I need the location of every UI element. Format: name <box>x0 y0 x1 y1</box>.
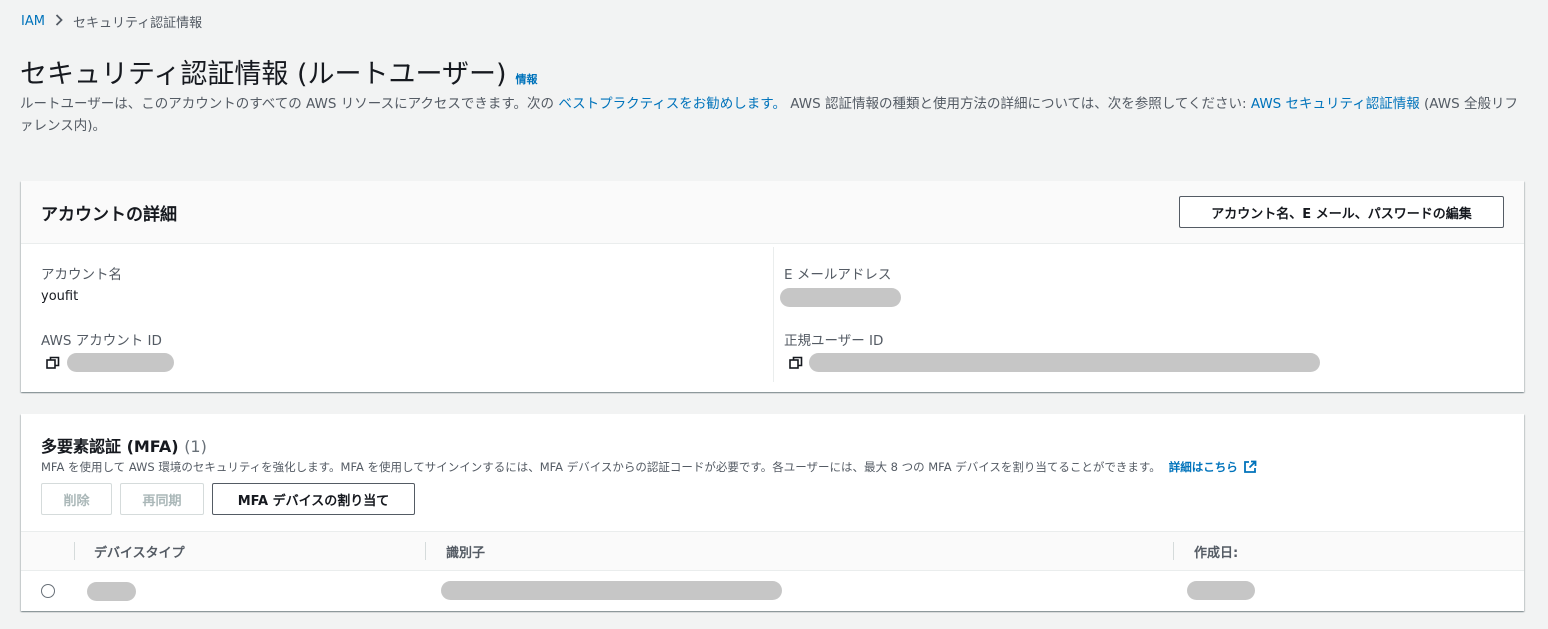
device-type-redacted <box>87 582 136 601</box>
account-left-column: アカウント名 youfit AWS アカウント ID <box>21 244 773 392</box>
mfa-title: 多要素認証 (MFA) <box>41 437 179 456</box>
aws-security-credentials-link[interactable]: AWS セキュリティ認証情報 <box>1251 96 1420 112</box>
breadcrumb-current: セキュリティ認証情報 <box>72 16 203 31</box>
desc-text-2: AWS 認証情報の種類と使用方法の詳細については、次を参照してください: <box>785 96 1251 112</box>
canonical-user-id-redacted <box>809 353 1320 372</box>
page-header: セキュリティ認証情報 (ルートユーザー) 情報 <box>20 52 538 91</box>
account-right-column: E メールアドレス 正規ユーザー ID <box>773 247 1524 382</box>
learn-more-link[interactable]: 詳細はこちら <box>1169 459 1238 475</box>
copy-icon[interactable] <box>46 355 60 369</box>
resync-button[interactable]: 再同期 <box>120 483 204 515</box>
mfa-desc-text: MFA を使用して AWS 環境のセキュリティを強化します。MFA を使用してサ… <box>41 460 1161 474</box>
mfa-table-header: デバイスタイプ 識別子 作成日: <box>21 531 1524 571</box>
column-header-device-type[interactable]: デバイスタイプ <box>74 532 185 570</box>
identifier-redacted <box>441 581 782 600</box>
desc-text-1: ルートユーザーは、このアカウントのすべての AWS リソースにアクセスできます。… <box>20 96 559 112</box>
copy-icon[interactable] <box>789 355 803 369</box>
column-header-identifier[interactable]: 識別子 <box>426 532 485 570</box>
best-practices-link[interactable]: ベストプラクティスをお勧めします。 <box>558 96 786 112</box>
page-description: ルートユーザーは、このアカウントのすべての AWS リソースにアクセスできます。… <box>20 93 1530 137</box>
breadcrumb: IAM セキュリティ認証情報 <box>21 12 202 31</box>
account-name-value: youfit <box>41 289 79 304</box>
mfa-panel: 多要素認証 (MFA) (1) MFA を使用して AWS 環境のセキュリティを… <box>21 414 1524 611</box>
table-row <box>21 571 1524 611</box>
account-name-label: アカウント名 <box>41 267 122 283</box>
account-id-label: AWS アカウント ID <box>41 333 162 349</box>
breadcrumb-iam-link[interactable]: IAM <box>21 14 45 29</box>
account-id-redacted <box>67 353 174 372</box>
mfa-title-row: 多要素認証 (MFA) (1) <box>41 433 207 457</box>
email-label: E メールアドレス <box>784 267 892 283</box>
canonical-user-id-label: 正規ユーザー ID <box>784 333 884 349</box>
page-title: セキュリティ認証情報 (ルートユーザー) <box>20 59 507 90</box>
delete-button[interactable]: 削除 <box>41 483 112 515</box>
row-radio-button[interactable] <box>41 584 55 598</box>
chevron-right-icon <box>55 14 63 29</box>
account-details-panel: アカウントの詳細 アカウント名、E メール、パスワードの編集 アカウント名 yo… <box>21 181 1524 392</box>
assign-mfa-device-button[interactable]: MFA デバイスの割り当て <box>212 483 415 515</box>
mfa-count: (1) <box>184 437 207 456</box>
account-details-header: アカウントの詳細 アカウント名、E メール、パスワードの編集 <box>21 181 1524 244</box>
created-date-redacted <box>1187 581 1255 600</box>
edit-account-button[interactable]: アカウント名、E メール、パスワードの編集 <box>1179 196 1504 228</box>
mfa-description: MFA を使用して AWS 環境のセキュリティを強化します。MFA を使用してサ… <box>41 459 1257 475</box>
external-link-icon[interactable] <box>1243 460 1257 474</box>
email-redacted <box>780 288 901 307</box>
account-details-title: アカウントの詳細 <box>41 205 177 225</box>
info-link[interactable]: 情報 <box>516 71 538 87</box>
column-header-created-date[interactable]: 作成日: <box>1174 532 1238 570</box>
